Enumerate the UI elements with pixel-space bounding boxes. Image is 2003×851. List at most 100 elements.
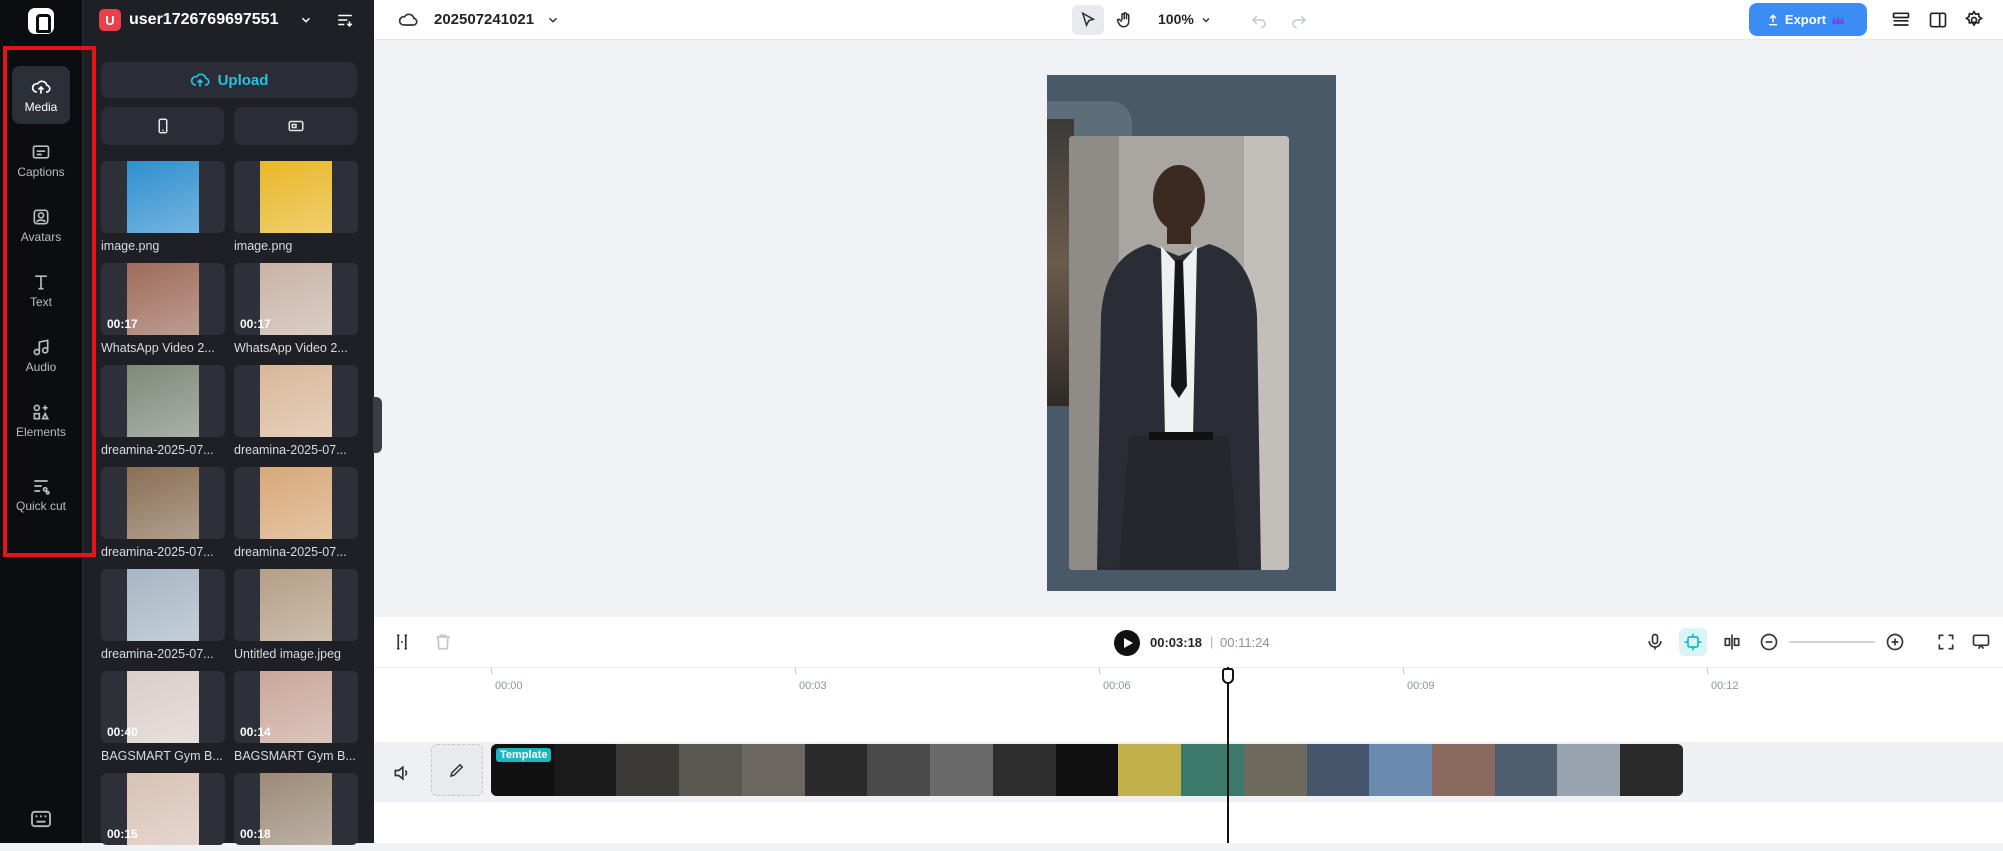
select-tool-button[interactable] — [1072, 5, 1104, 35]
media-thumbnail — [234, 569, 358, 641]
keyboard-icon[interactable] — [30, 810, 52, 828]
rail-item-audio[interactable]: Audio — [12, 326, 70, 384]
media-item[interactable]: 00:18 — [234, 773, 358, 851]
portrait-filter-button[interactable] — [101, 107, 224, 145]
rail-item-text[interactable]: Text — [12, 261, 70, 319]
app-logo[interactable] — [28, 8, 54, 34]
rail-item-label: Text — [29, 294, 52, 309]
media-item[interactable]: dreamina-2025-07... — [101, 569, 225, 661]
zoom-out-icon[interactable] — [1759, 632, 1779, 652]
export-label: Export — [1784, 12, 1827, 27]
workspace-switcher[interactable]: U user1726769697551 — [99, 8, 362, 32]
media-item[interactable]: 00:14 BAGSMART Gym B... — [234, 671, 358, 763]
ruler-tick — [491, 668, 492, 674]
media-thumbnail — [101, 467, 225, 539]
ruler-tick — [795, 668, 796, 674]
clip-frame — [1432, 744, 1495, 796]
cursor-arrow-icon — [1081, 11, 1096, 28]
media-item[interactable]: image.png — [234, 161, 358, 253]
media-thumbnail: 00:14 — [234, 671, 358, 743]
magnet-snap-toggle[interactable] — [1679, 628, 1707, 656]
chevron-down-icon[interactable] — [546, 13, 560, 27]
media-item[interactable]: 00:17 WhatsApp Video 2... — [101, 263, 225, 355]
project-title[interactable]: 202507241021 — [434, 11, 534, 28]
media-item[interactable]: dreamina-2025-07... — [101, 365, 225, 457]
media-item[interactable]: image.png — [101, 161, 225, 253]
rail-item-avatars[interactable]: Avatars — [12, 196, 70, 254]
redo-button[interactable] — [1283, 5, 1315, 35]
delete-trash-icon[interactable] — [433, 632, 453, 652]
current-time: 00:03:18 — [1150, 635, 1203, 650]
split-cursor-icon[interactable] — [392, 632, 412, 652]
timeline-zoom-slider[interactable] — [1789, 641, 1875, 643]
music-note-icon — [33, 338, 49, 355]
media-item[interactable]: dreamina-2025-07... — [101, 467, 225, 559]
clip-frame — [616, 744, 680, 796]
ruler-tick-label: 00:06 — [1103, 680, 1131, 692]
clip-frame — [1181, 744, 1244, 796]
media-thumbnail: 00:17 — [234, 263, 358, 335]
text-t-icon — [35, 274, 47, 289]
export-icon — [1768, 13, 1777, 25]
microphone-icon[interactable] — [1645, 632, 1665, 652]
main-photo[interactable] — [1069, 136, 1289, 570]
media-item[interactable]: 00:17 WhatsApp Video 2... — [234, 263, 358, 355]
clip-frame — [1055, 744, 1119, 796]
video-clip[interactable] — [491, 744, 1683, 796]
media-name: dreamina-2025-07... — [234, 443, 347, 457]
media-item[interactable]: dreamina-2025-07... — [234, 467, 358, 559]
preview-canvas[interactable] — [1047, 75, 1336, 591]
layers-icon[interactable] — [1891, 10, 1911, 30]
media-thumbnail — [101, 569, 225, 641]
play-button[interactable] — [1114, 630, 1140, 656]
upload-label: Upload — [217, 71, 269, 89]
rail-item-label: Quick cut — [15, 498, 66, 513]
cloud-sync-icon[interactable] — [398, 10, 418, 30]
quick-cut-icon — [34, 479, 50, 495]
rail-item-captions[interactable]: Captions — [12, 131, 70, 189]
media-item[interactable]: 00:15 — [101, 773, 225, 851]
landscape-filter-button[interactable] — [234, 107, 357, 145]
media-thumbnail: 00:40 — [101, 671, 225, 743]
media-name: BAGSMART Gym B... — [234, 749, 356, 763]
ruler-tick — [1099, 668, 1100, 674]
sort-list-icon[interactable] — [336, 12, 354, 28]
playhead-handle[interactable] — [1222, 668, 1234, 684]
chevron-down-icon[interactable] — [1200, 14, 1212, 26]
rail-item-elements[interactable]: Elements — [12, 391, 70, 449]
clip-frame — [1306, 744, 1370, 796]
split-panel-icon[interactable] — [1928, 10, 1948, 30]
media-item[interactable]: Untitled image.jpeg — [234, 569, 358, 661]
undo-button[interactable] — [1243, 5, 1275, 35]
chevron-down-icon — [301, 17, 311, 23]
zoom-level[interactable]: 100% — [1158, 11, 1194, 27]
media-item[interactable]: dreamina-2025-07... — [234, 365, 358, 457]
media-name: WhatsApp Video 2... — [101, 341, 215, 355]
hand-tool-button[interactable] — [1109, 5, 1141, 35]
panel-collapse-handle[interactable] — [373, 397, 382, 453]
rail-item-media[interactable]: Media — [12, 66, 70, 124]
ruler-tick — [1403, 668, 1404, 674]
clip-frame — [553, 744, 617, 796]
zoom-in-icon[interactable] — [1885, 632, 1905, 652]
upload-button[interactable]: Upload — [101, 62, 357, 98]
rail-item-quick-cut[interactable]: Quick cut — [12, 462, 70, 526]
split-clip-icon[interactable] — [1722, 632, 1742, 652]
time-separator: | — [1210, 634, 1214, 649]
comment-display-icon[interactable] — [1971, 632, 1991, 652]
media-thumbnail — [234, 365, 358, 437]
fit-screen-icon[interactable] — [1936, 632, 1956, 652]
timeline-ruler[interactable]: 00:00 00:03 00:06 00:09 00:12 — [374, 667, 2003, 707]
media-item[interactable]: 00:40 BAGSMART Gym B... — [101, 671, 225, 763]
media-duration: 00:17 — [240, 317, 271, 331]
export-button[interactable]: Export — [1749, 3, 1867, 36]
media-duration: 00:18 — [240, 827, 271, 841]
settings-gear-icon[interactable] — [1964, 10, 1984, 30]
clip-frame — [679, 744, 742, 796]
media-name: dreamina-2025-07... — [101, 545, 214, 559]
volume-icon[interactable] — [392, 763, 412, 783]
thumbnail-image — [127, 467, 199, 539]
clip-frame — [804, 744, 868, 796]
track-edit-button[interactable] — [431, 744, 483, 796]
clip-frame — [992, 744, 1056, 796]
